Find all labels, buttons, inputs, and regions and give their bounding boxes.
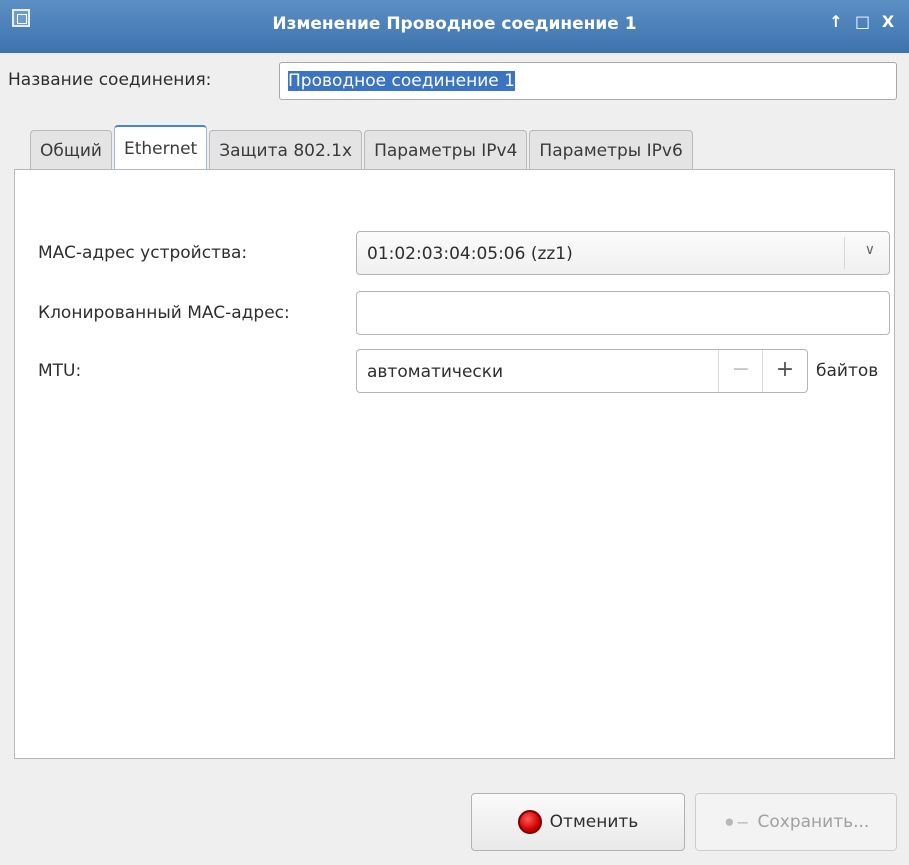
- device-mac-value: 01:02:03:04:05:06 (zz1): [367, 244, 573, 264]
- chevron-down-icon: ∨: [864, 242, 875, 258]
- cloned-mac-label: Клонированный MAC-адрес:: [38, 303, 290, 323]
- window-titlebar[interactable]: Изменение Проводное соединение 1 ↑ □ X: [0, 0, 909, 53]
- tab-general[interactable]: Общий: [30, 130, 112, 170]
- tab-ipv6-settings[interactable]: Параметры IPv6: [529, 130, 693, 170]
- mtu-label: MTU:: [38, 361, 82, 381]
- device-mac-label: MAC-адрес устройства:: [38, 243, 248, 263]
- connection-name-value: Проводное соединение 1: [288, 71, 515, 91]
- mtu-increment-button[interactable]: +: [762, 350, 807, 392]
- dropdown-separator: [844, 237, 845, 269]
- connection-name-input[interactable]: Проводное соединение 1: [279, 62, 897, 100]
- mtu-decrement-button[interactable]: −: [718, 350, 763, 392]
- tab-bar: Общий Ethernet Защита 802.1x Параметры I…: [30, 124, 695, 171]
- cancel-button-label: Отменить: [549, 812, 639, 832]
- key-icon: ⚫−: [722, 812, 750, 832]
- minimize-button[interactable]: ↑: [829, 12, 843, 31]
- ethernet-panel: MAC-адрес устройства: 01:02:03:04:05:06 …: [14, 169, 895, 759]
- tab-ethernet[interactable]: Ethernet: [113, 125, 208, 171]
- window-title: Изменение Проводное соединение 1: [272, 14, 637, 34]
- connection-name-label: Название соединения:: [8, 70, 212, 90]
- close-button[interactable]: X: [881, 12, 895, 31]
- connection-name-row: Название соединения: Проводное соединени…: [0, 60, 909, 100]
- tab-ipv4-settings[interactable]: Параметры IPv4: [364, 130, 528, 170]
- save-button[interactable]: ⚫− Сохранить...: [695, 793, 897, 851]
- cancel-button[interactable]: Отменить: [471, 793, 685, 851]
- mtu-units-label: байтов: [816, 361, 879, 381]
- maximize-button[interactable]: □: [855, 12, 870, 31]
- tab-8021x-security[interactable]: Защита 802.1x: [209, 130, 363, 170]
- stop-icon: [517, 810, 542, 834]
- cloned-mac-input[interactable]: [356, 291, 890, 335]
- mtu-spinbox[interactable]: автоматически − +: [356, 349, 808, 393]
- mtu-value: автоматически: [367, 362, 504, 382]
- device-mac-dropdown[interactable]: 01:02:03:04:05:06 (zz1) ∨: [356, 231, 890, 275]
- save-button-label: Сохранить...: [757, 812, 870, 832]
